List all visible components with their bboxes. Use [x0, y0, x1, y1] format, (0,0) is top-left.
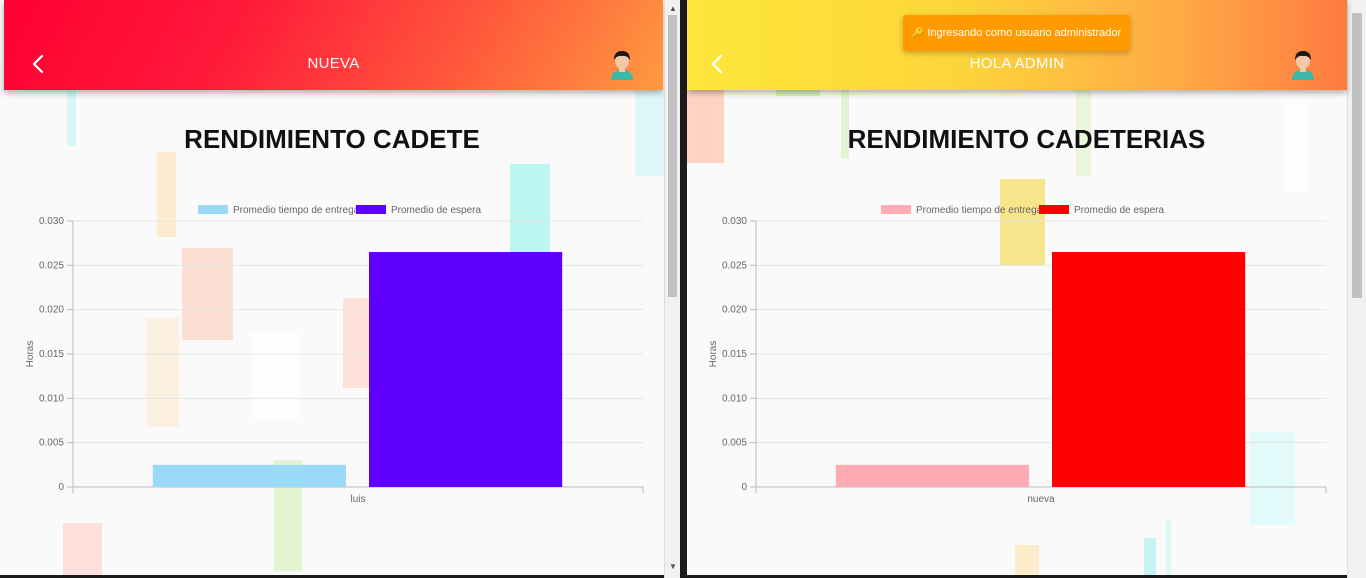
- bg-decoration: [776, 90, 820, 96]
- scrollbar[interactable]: ▲ ▼: [664, 0, 680, 578]
- scroll-down-icon[interactable]: ▼: [665, 562, 681, 571]
- legend-label: Promedio tiempo de entrega: [233, 205, 360, 216]
- y-tick-label: 0.020: [39, 305, 64, 316]
- y-axis-label: Horas: [25, 341, 36, 368]
- key-icon: 🔑: [911, 28, 925, 39]
- bar: [369, 252, 563, 487]
- bar: [1052, 252, 1246, 487]
- user-avatar-icon[interactable]: [1289, 48, 1317, 80]
- y-tick-label: 0: [741, 482, 747, 493]
- bg-decoration: [63, 523, 102, 575]
- user-avatar-icon[interactable]: [608, 48, 636, 80]
- bar: [152, 464, 346, 487]
- bg-decoration: [1166, 520, 1171, 575]
- legend-swatch: [356, 205, 386, 214]
- y-tick-label: 0.025: [39, 260, 64, 271]
- legend-swatch: [881, 205, 911, 214]
- app-header: NUEVA: [4, 0, 663, 90]
- legend-label: Promedio de espera: [1074, 205, 1164, 216]
- x-tick-label: nueva: [1027, 494, 1055, 505]
- header-title: HOLA ADMIN: [969, 55, 1065, 72]
- bar-chart: Promedio tiempo de entrega Promedio de es…: [708, 205, 1327, 505]
- left-window: NUEVA RENDIMIENTO CADETE Promedio tiempo…: [0, 0, 664, 575]
- y-tick-label: 0.030: [722, 216, 747, 227]
- y-axis-label: Horas: [708, 341, 719, 368]
- y-tick-label: 0.005: [722, 438, 747, 449]
- y-tick-label: 0.020: [722, 305, 747, 316]
- y-tick-label: 0.015: [722, 349, 747, 360]
- legend-swatch: [1039, 205, 1069, 214]
- page-title: RENDIMIENTO CADETE: [184, 124, 480, 154]
- scroll-up-icon[interactable]: ▲: [665, 4, 681, 13]
- notification-toast: 🔑 Ingresando como usuario administrador: [903, 15, 1130, 51]
- bg-decoration: [1015, 545, 1039, 575]
- legend-swatch: [198, 205, 228, 214]
- scrollbar-thumb[interactable]: [668, 15, 677, 297]
- page-title: RENDIMIENTO CADETERIAS: [847, 124, 1206, 154]
- right-window: HOLA ADMIN 🔑 Ingresando como usuario admi…: [687, 0, 1366, 575]
- y-tick-label: 0.010: [39, 393, 64, 404]
- bg-decoration: [1144, 538, 1156, 575]
- y-tick-label: 0: [58, 482, 64, 493]
- legend-label: Promedio de espera: [391, 205, 481, 216]
- y-tick-label: 0.005: [39, 438, 64, 449]
- toast-text: Ingresando como usuario administrador: [927, 27, 1122, 39]
- bar: [835, 464, 1029, 487]
- x-tick-label: luis: [350, 494, 365, 505]
- bar-chart: Promedio tiempo de entrega Promedio de es…: [25, 205, 644, 505]
- y-tick-label: 0.025: [722, 260, 747, 271]
- legend-label: Promedio tiempo de entrega: [916, 205, 1043, 216]
- y-tick-label: 0.015: [39, 349, 64, 360]
- header-title: NUEVA: [307, 55, 360, 72]
- y-tick-label: 0.010: [722, 393, 747, 404]
- y-tick-label: 0.030: [39, 216, 64, 227]
